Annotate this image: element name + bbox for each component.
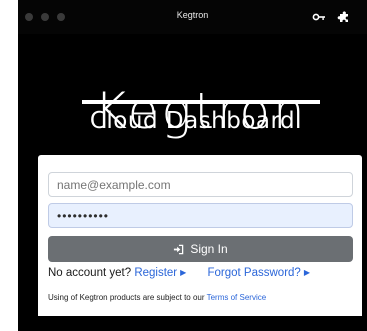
no-account-text: No account yet?: [48, 267, 132, 279]
logo-underline: [82, 100, 320, 104]
terms-prefix: Using of Kegtron products are subject to…: [48, 293, 205, 302]
caret-right-icon: ▶: [180, 268, 187, 277]
email-field[interactable]: [48, 172, 353, 197]
title-bar: Kegtron: [18, 0, 367, 34]
terms-notice: Using of Kegtron products are subject to…: [48, 293, 266, 302]
register-link[interactable]: Register ▶: [134, 267, 186, 279]
sign-in-icon: [174, 244, 184, 254]
forgot-password-link[interactable]: Forgot Password? ▶: [208, 267, 310, 279]
account-links: No account yet? Register ▶ Forgot Passwor…: [48, 267, 310, 279]
login-panel: Sign In No account yet? Register▶ Forgot…: [38, 155, 362, 316]
password-field[interactable]: [48, 203, 353, 228]
sign-in-button[interactable]: Sign In: [48, 236, 353, 262]
logo-subtitle: Cloud Dashboard: [89, 108, 296, 134]
puzzle-piece-icon[interactable]: [337, 10, 351, 24]
register-label: Register: [134, 267, 178, 279]
app-window: Kegtron Kegtron Cloud Dashboard Sign In …: [18, 0, 367, 331]
terms-of-service-link[interactable]: Terms of Service: [207, 293, 267, 302]
key-icon[interactable]: [312, 10, 326, 24]
caret-right-icon: ▶: [303, 268, 310, 277]
sign-in-label: Sign In: [190, 242, 228, 256]
forgot-password-label: Forgot Password?: [207, 267, 301, 279]
